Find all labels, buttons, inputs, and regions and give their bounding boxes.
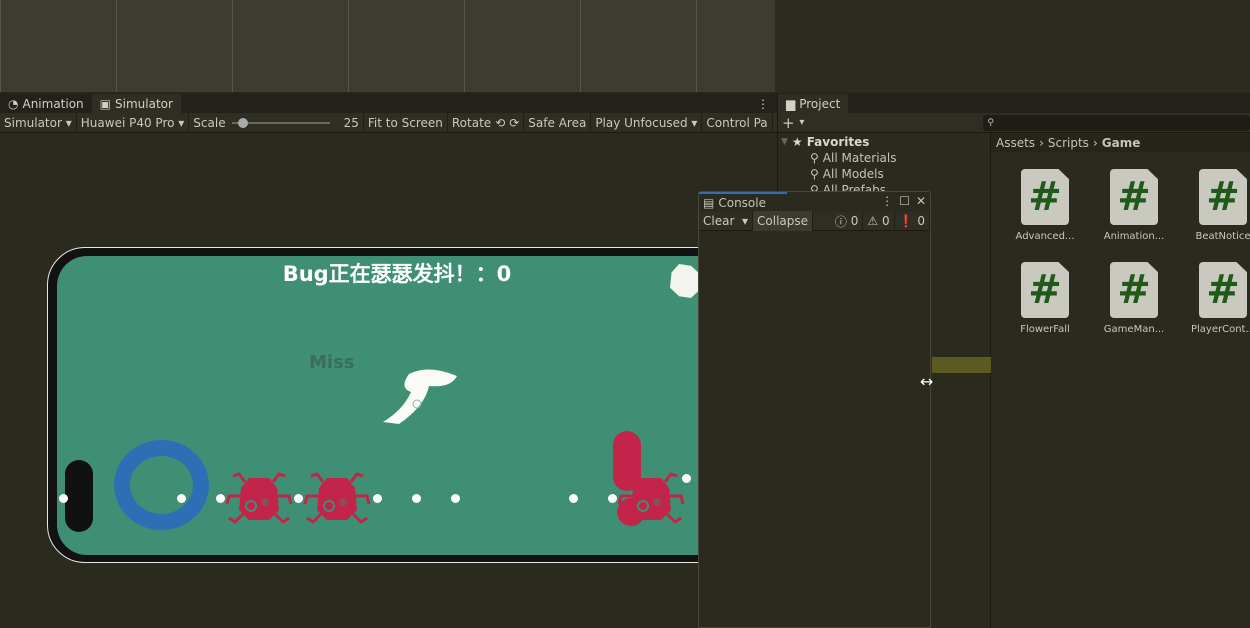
beat-dot [411, 493, 421, 503]
beat-dot [293, 493, 303, 503]
console-icon: ▤ [703, 196, 715, 210]
breadcrumb: Assets › Scripts › Game [991, 133, 1250, 152]
mode-dropdown[interactable]: Simulator ▾ [0, 112, 77, 133]
tab-animation[interactable]: ◔ Animation [0, 94, 92, 113]
script-asset[interactable]: # BeatNotice [1183, 169, 1250, 242]
simulator-panel: ◔ Animation ▣ Simulator ⋮ Simulator ▾ Huaw… [0, 93, 777, 628]
clear-button[interactable]: Clear ▾ [699, 211, 754, 231]
simulator-icon: ▣ [99, 96, 112, 111]
tab-simulator[interactable]: ▣ Simulator [91, 94, 181, 113]
resize-cursor-icon: ↔ [920, 372, 934, 391]
search-icon: ⚲ [987, 117, 994, 128]
bug-enemy [617, 472, 685, 524]
score-text: Bug正在瑟瑟发抖！：0 [282, 262, 512, 286]
game-screen[interactable]: Bug正在瑟瑟发抖！：0 Miss [57, 256, 737, 555]
search-input[interactable]: ⚲ [983, 114, 1250, 131]
animation-icon: ◔ [8, 96, 19, 111]
close-icon[interactable]: ✕ [916, 194, 926, 208]
script-asset[interactable]: # FlowerFall [1005, 262, 1085, 335]
rotate-left-icon[interactable]: ⟲ [495, 116, 505, 130]
favorite-all-models[interactable]: ⚲ All Models [778, 166, 990, 182]
csharp-script-icon: # [1110, 262, 1158, 318]
script-asset[interactable]: # Advanced... [1005, 169, 1085, 242]
beat-dot [607, 493, 617, 503]
tab-project[interactable]: ▆ Project [778, 94, 849, 113]
bug-enemy [303, 472, 371, 524]
beat-dot [372, 493, 382, 503]
csharp-script-icon: # [1199, 262, 1247, 318]
csharp-script-icon: # [1199, 169, 1247, 225]
safe-area-button[interactable]: Safe Area [524, 112, 592, 133]
star-icon: ★ [791, 135, 803, 149]
joystick-ring[interactable] [114, 440, 209, 530]
beat-dot [568, 493, 578, 503]
more-options-icon[interactable]: ⋮ [749, 94, 777, 113]
beat-dot [176, 493, 186, 503]
info-filter[interactable]: ⓘ 0 [831, 211, 864, 231]
warning-filter[interactable]: ⚠ 0 [863, 211, 895, 231]
console-toolbar: Clear ▾ Collapse ⓘ 0 ⚠ 0 ❗ 0 [699, 211, 930, 231]
scale-slider[interactable] [231, 117, 330, 128]
breadcrumb-assets[interactable]: Assets [996, 136, 1035, 150]
scale-slider-knob[interactable] [238, 117, 249, 128]
bug-enemy [225, 472, 293, 524]
simulator-toolbar: Simulator ▾ Huawei P40 Pro ▾ Scale 25 Fi… [0, 112, 777, 133]
rotate-right-icon[interactable]: ⟳ [509, 116, 519, 130]
search-icon: ⚲ [810, 151, 819, 165]
csharp-script-icon: # [1110, 169, 1158, 225]
script-asset[interactable]: # GameMan... [1094, 262, 1174, 335]
scale-value: 25 [343, 115, 359, 130]
more-options-icon[interactable]: ⋮ [881, 194, 893, 208]
scale-control: Scale 25 [189, 112, 364, 133]
folder-icon: ▆ [786, 96, 796, 111]
scene-view[interactable] [0, 0, 775, 92]
device-dropdown[interactable]: Huawei P40 Pro ▾ [77, 112, 190, 133]
simulator-tabbar: ◔ Animation ▣ Simulator ⋮ [0, 93, 777, 113]
script-asset[interactable]: # Animation... [1094, 169, 1174, 242]
project-toolbar: + ▾ ⚲ [778, 113, 1250, 133]
console-tab[interactable]: ▤ Console [699, 192, 787, 212]
inspector-area [775, 0, 1250, 92]
camera-cutout [65, 460, 93, 532]
csharp-script-icon: # [1021, 169, 1069, 225]
beat-dot [215, 493, 225, 503]
collapse-toggle[interactable]: Collapse [753, 211, 814, 231]
error-filter[interactable]: ❗ 0 [895, 211, 930, 231]
add-asset-button[interactable]: + ▾ [778, 113, 808, 133]
maximize-icon[interactable]: ☐ [899, 194, 910, 208]
miss-text: Miss [309, 352, 355, 373]
breadcrumb-scripts[interactable]: Scripts [1048, 136, 1089, 150]
warning-icon: ⚠ [867, 214, 879, 228]
asset-grid: Assets › Scripts › Game # Advanced... # Anima… [991, 133, 1250, 628]
console-window: ▤ Console ⋮ ☐ ✕ Clear ▾ Collapse ⓘ 0 ⚠ 0 ❗ … [698, 191, 931, 628]
project-tabbar: ▆ Project [778, 93, 1250, 113]
selected-tree-row[interactable] [932, 357, 991, 373]
search-icon: ⚲ [810, 167, 819, 181]
fit-to-screen-button[interactable]: Fit to Screen [364, 112, 448, 133]
beat-dot [58, 493, 68, 503]
favorites-item[interactable]: ▼ ★ Favorites [778, 134, 990, 150]
player-character [383, 369, 457, 424]
rotate-control: Rotate ⟲ ⟳ [448, 112, 525, 133]
info-icon: ⓘ [834, 214, 847, 229]
control-panel-button[interactable]: Control Pa [702, 112, 773, 133]
script-asset[interactable]: # PlayerCont... [1183, 262, 1250, 335]
favorite-all-materials[interactable]: ⚲ All Materials [778, 150, 990, 166]
beat-dot [450, 493, 460, 503]
breadcrumb-game[interactable]: Game [1102, 136, 1141, 150]
play-mode-dropdown[interactable]: Play Unfocused ▾ [591, 112, 703, 133]
csharp-script-icon: # [1021, 262, 1069, 318]
error-icon: ❗ [898, 214, 914, 228]
